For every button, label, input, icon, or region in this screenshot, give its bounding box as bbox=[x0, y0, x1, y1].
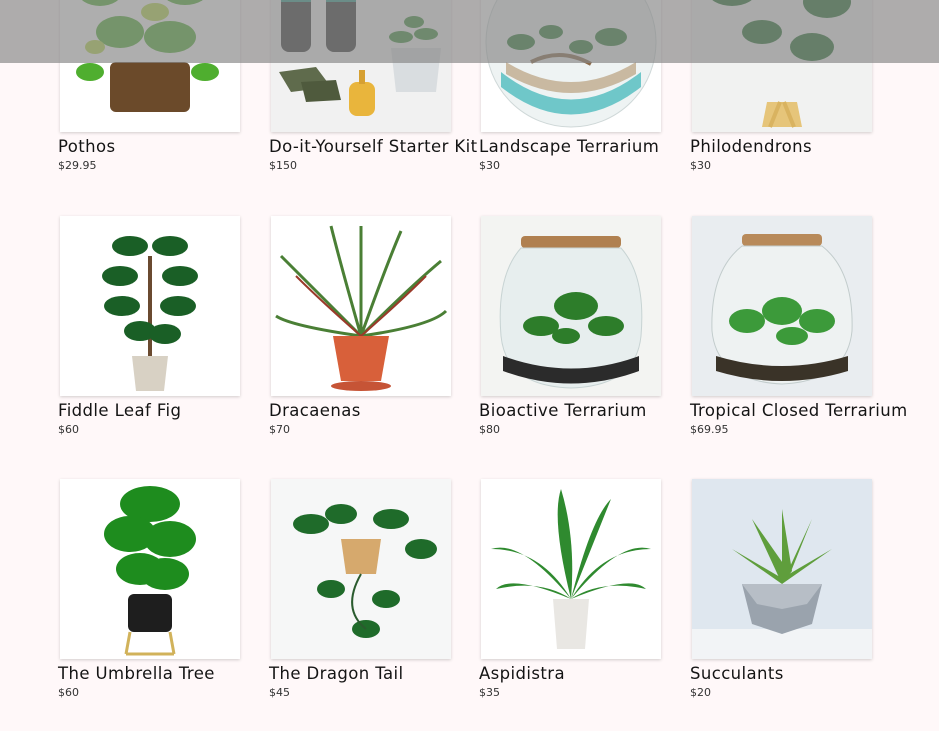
product-price: $20 bbox=[690, 686, 711, 699]
product-name[interactable]: The Dragon Tail bbox=[269, 664, 501, 684]
product-page: Pothos $29.95 Do-it-Yourself Starter Kit… bbox=[0, 0, 939, 731]
product-price: $60 bbox=[58, 423, 79, 436]
dracaena-plant-icon[interactable] bbox=[271, 216, 451, 396]
product-card[interactable]: Aspidistra $35 bbox=[479, 479, 711, 700]
succulent-plant-icon[interactable] bbox=[692, 479, 872, 659]
fiddle-leaf-fig-plant-icon[interactable] bbox=[60, 216, 240, 396]
product-name[interactable]: The Umbrella Tree bbox=[58, 664, 290, 684]
product-card[interactable]: The Umbrella Tree $60 bbox=[58, 479, 290, 700]
product-price: $35 bbox=[479, 686, 500, 699]
product-price: $30 bbox=[690, 159, 711, 172]
umbrella-tree-plant-icon[interactable] bbox=[60, 479, 240, 659]
product-card[interactable]: Succulants $20 bbox=[690, 479, 922, 700]
product-name[interactable]: Philodendrons bbox=[690, 137, 922, 157]
product-card[interactable]: Dracaenas $70 bbox=[269, 216, 501, 437]
product-price: $80 bbox=[479, 423, 500, 436]
closed-terrarium-icon[interactable] bbox=[692, 216, 872, 396]
product-name[interactable]: Tropical Closed Terrarium bbox=[690, 401, 922, 421]
product-price: $30 bbox=[479, 159, 500, 172]
product-name[interactable]: Bioactive Terrarium bbox=[479, 401, 711, 421]
product-price: $60 bbox=[58, 686, 79, 699]
top-overlay-bar bbox=[0, 0, 939, 63]
aspidistra-plant-icon[interactable] bbox=[481, 479, 661, 659]
jar-terrarium-icon[interactable] bbox=[481, 216, 661, 396]
product-price: $70 bbox=[269, 423, 290, 436]
product-price: $150 bbox=[269, 159, 297, 172]
product-card[interactable]: Bioactive Terrarium $80 bbox=[479, 216, 711, 437]
product-grid: Pothos $29.95 Do-it-Yourself Starter Kit… bbox=[0, 0, 939, 731]
product-name[interactable]: Landscape Terrarium bbox=[479, 137, 711, 157]
dragon-tail-plant-icon[interactable] bbox=[271, 479, 451, 659]
product-price: $45 bbox=[269, 686, 290, 699]
product-name[interactable]: Do-it-Yourself Starter Kit bbox=[269, 137, 501, 157]
product-name[interactable]: Dracaenas bbox=[269, 401, 501, 421]
product-card[interactable]: Tropical Closed Terrarium $69.95 bbox=[690, 216, 922, 437]
product-price: $69.95 bbox=[690, 423, 729, 436]
product-name[interactable]: Succulants bbox=[690, 664, 922, 684]
product-name[interactable]: Aspidistra bbox=[479, 664, 711, 684]
product-price: $29.95 bbox=[58, 159, 97, 172]
product-name[interactable]: Fiddle Leaf Fig bbox=[58, 401, 290, 421]
product-card[interactable]: Fiddle Leaf Fig $60 bbox=[58, 216, 290, 437]
product-name[interactable]: Pothos bbox=[58, 137, 290, 157]
product-card[interactable]: The Dragon Tail $45 bbox=[269, 479, 501, 700]
